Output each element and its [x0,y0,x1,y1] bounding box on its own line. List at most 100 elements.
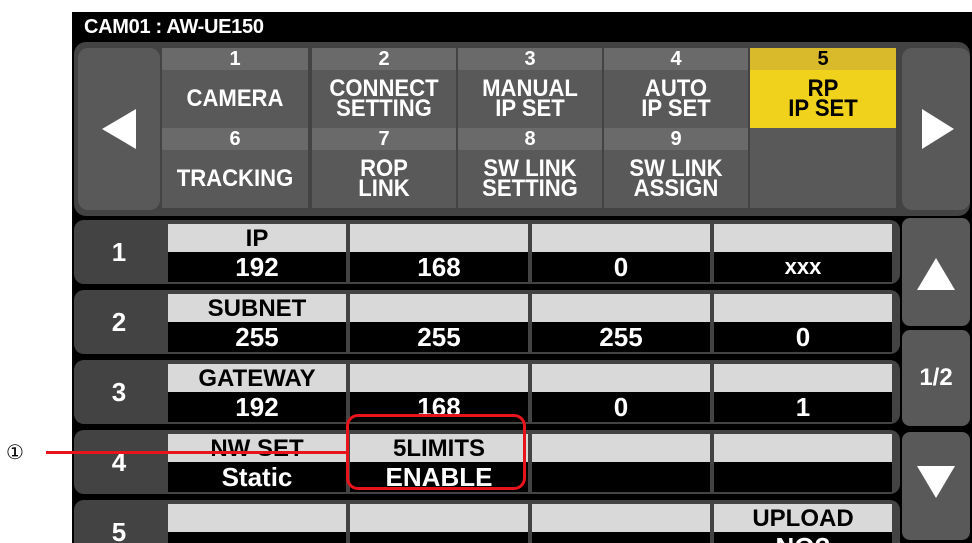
tab-panel: 1 CAMERA 2 CONNECT SETTING 3 MANUAL IP SET 4 AUTO… [74,42,970,216]
tab-5[interactable]: 5 RP IP SET [750,48,896,128]
cell-value [168,532,346,543]
setting-cell[interactable]: NW SET Static [168,434,346,492]
cell-header: UPLOAD [714,504,892,532]
cell-value: 192 [235,252,279,282]
tab-number: 4 [670,48,682,70]
table-row: 2 SUBNET 255 255 255 0 [74,290,900,354]
setting-cell[interactable]: xxx [714,224,892,282]
setting-cell[interactable]: SUBNET 255 [168,294,346,352]
cell-header [714,294,892,322]
tab-1[interactable]: 1 CAMERA [162,48,308,128]
setting-cell[interactable]: 0 [714,294,892,352]
cell-header: NW SET [168,434,346,462]
row-number: 2 [111,307,127,337]
row-number: 1 [111,237,127,267]
tab-number: 2 [378,48,390,70]
cell-header: SUBNET [168,294,346,322]
tab-label-line: SETTING [336,95,432,122]
row-number: 3 [111,377,127,407]
tab-label: SW LINK SETTING [464,152,596,206]
cell-value: 1 [795,392,811,422]
tab-9[interactable]: 9 SW LINK ASSIGN [604,128,748,208]
cell-value: NO? [714,532,892,543]
table-row: 1 IP 192 168 0 xxx [74,220,900,284]
setting-cell[interactable]: GATEWAY 192 [168,364,346,422]
cell-value: 255 [235,322,279,352]
tab-empty[interactable] [750,128,896,208]
page-title: CAM01 : AW-UE150 [84,16,264,38]
tab-number: 7 [378,128,390,150]
cell-header: GATEWAY [168,364,346,392]
row-number: 5 [111,517,127,543]
tab-2[interactable]: 2 CONNECT SETTING [312,48,456,128]
tab-label-line: TRACKING [176,165,294,192]
tab-number: 3 [524,48,536,70]
cell-value: 0 [613,252,629,282]
tab-label: ROP LINK [318,152,450,206]
setting-cell[interactable]: IP 192 [168,224,346,282]
cell-value [532,532,710,543]
cell-value: 0 [795,322,811,352]
setting-cell[interactable] [350,504,528,543]
cell-value [350,532,528,543]
tab-6[interactable]: 6 TRACKING [162,128,308,208]
tab-4[interactable]: 4 AUTO IP SET [604,48,748,128]
setting-cell[interactable] [532,434,710,492]
tab-label: TRACKING [168,152,302,206]
cell-value: 192 [235,392,279,422]
tab-label: CAMERA [168,72,302,126]
page-indicator-text: 1/2 [919,364,953,391]
tab-number: 1 [229,48,241,70]
setting-cell[interactable]: UPLOADNO? [714,504,892,543]
tab-number: 6 [229,128,241,150]
tab-label: AUTO IP SET [610,72,742,126]
setting-cell[interactable]: 168 [350,224,528,282]
setting-cell[interactable] [532,504,710,543]
tab-label: RP IP SET [756,72,890,126]
cell-value: 255 [599,322,643,352]
cell-value: Static [221,462,293,492]
setting-cell[interactable] [714,434,892,492]
tab-number: 8 [524,128,536,150]
tab-label: SW LINK ASSIGN [610,152,742,206]
setting-cell[interactable] [168,504,346,543]
tab-3[interactable]: 3 MANUAL IP SET [458,48,602,128]
cell-value [714,462,892,492]
tab-number: 5 [817,48,829,70]
scroll-up-button[interactable] [902,218,970,326]
cell-header [532,434,710,462]
page-indicator: 1/2 [902,330,970,426]
cell-value: xxx [784,254,822,279]
cell-header [532,294,710,322]
tab-label-line: LINK [358,175,410,202]
cell-header [714,364,892,392]
row-number: 4 [111,447,127,477]
cell-value [532,462,710,492]
prev-tabs-button[interactable] [78,48,160,210]
setting-cell[interactable]: 255 [532,294,710,352]
cell-header [532,224,710,252]
triangle-up-icon [917,258,955,290]
triangle-right-icon [922,109,954,149]
cell-header [350,294,528,322]
setting-cell[interactable]: 0 [532,364,710,422]
tab-label: MANUAL IP SET [464,72,596,126]
cell-header [168,504,346,532]
cell-header: IP [168,224,346,252]
tab-label-line: ASSIGN [633,175,719,202]
cell-header [350,224,528,252]
next-tabs-button[interactable] [902,48,970,210]
tab-label-line: IP SET [495,95,565,122]
cell-value: 255 [417,322,461,352]
tab-label: CONNECT SETTING [318,72,450,126]
tab-8[interactable]: 8 SW LINK SETTING [458,128,602,208]
setting-cell[interactable]: 1 [714,364,892,422]
scroll-down-button[interactable] [902,432,970,540]
setting-cell[interactable]: 255 [350,294,528,352]
tab-label-line: SETTING [482,175,578,202]
tab-7[interactable]: 7 ROP LINK [312,128,456,208]
setting-cell[interactable]: 0 [532,224,710,282]
table-row: 5 UPLOADNO? [74,500,900,543]
cell-value: 168 [417,252,461,282]
tab-number: 9 [670,128,682,150]
